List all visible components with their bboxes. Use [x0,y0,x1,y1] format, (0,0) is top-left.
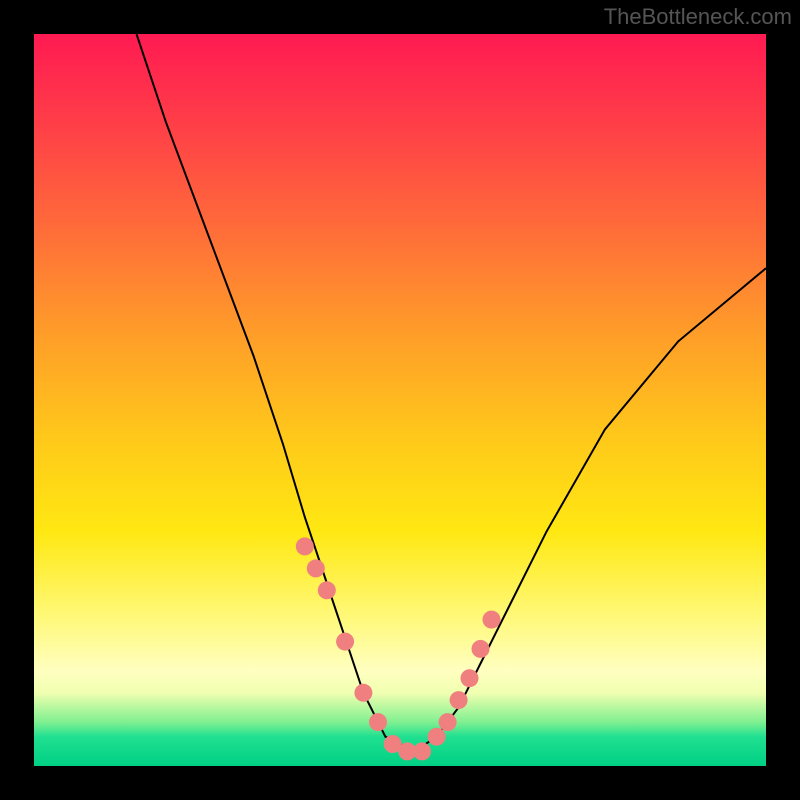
marker-dot [450,691,468,709]
marker-dot [307,559,325,577]
marker-dot [296,537,314,555]
curve-markers [296,537,501,760]
marker-dot [354,684,372,702]
curve-line [137,34,767,751]
marker-dot [483,611,501,629]
watermark-text: TheBottleneck.com [604,4,792,30]
marker-dot [439,713,457,731]
marker-dot [461,669,479,687]
marker-dot [318,581,336,599]
marker-dot [369,713,387,731]
marker-dot [413,742,431,760]
chart-area [34,34,766,766]
chart-svg [34,34,766,766]
marker-dot [336,633,354,651]
marker-dot [428,728,446,746]
marker-dot [472,640,490,658]
